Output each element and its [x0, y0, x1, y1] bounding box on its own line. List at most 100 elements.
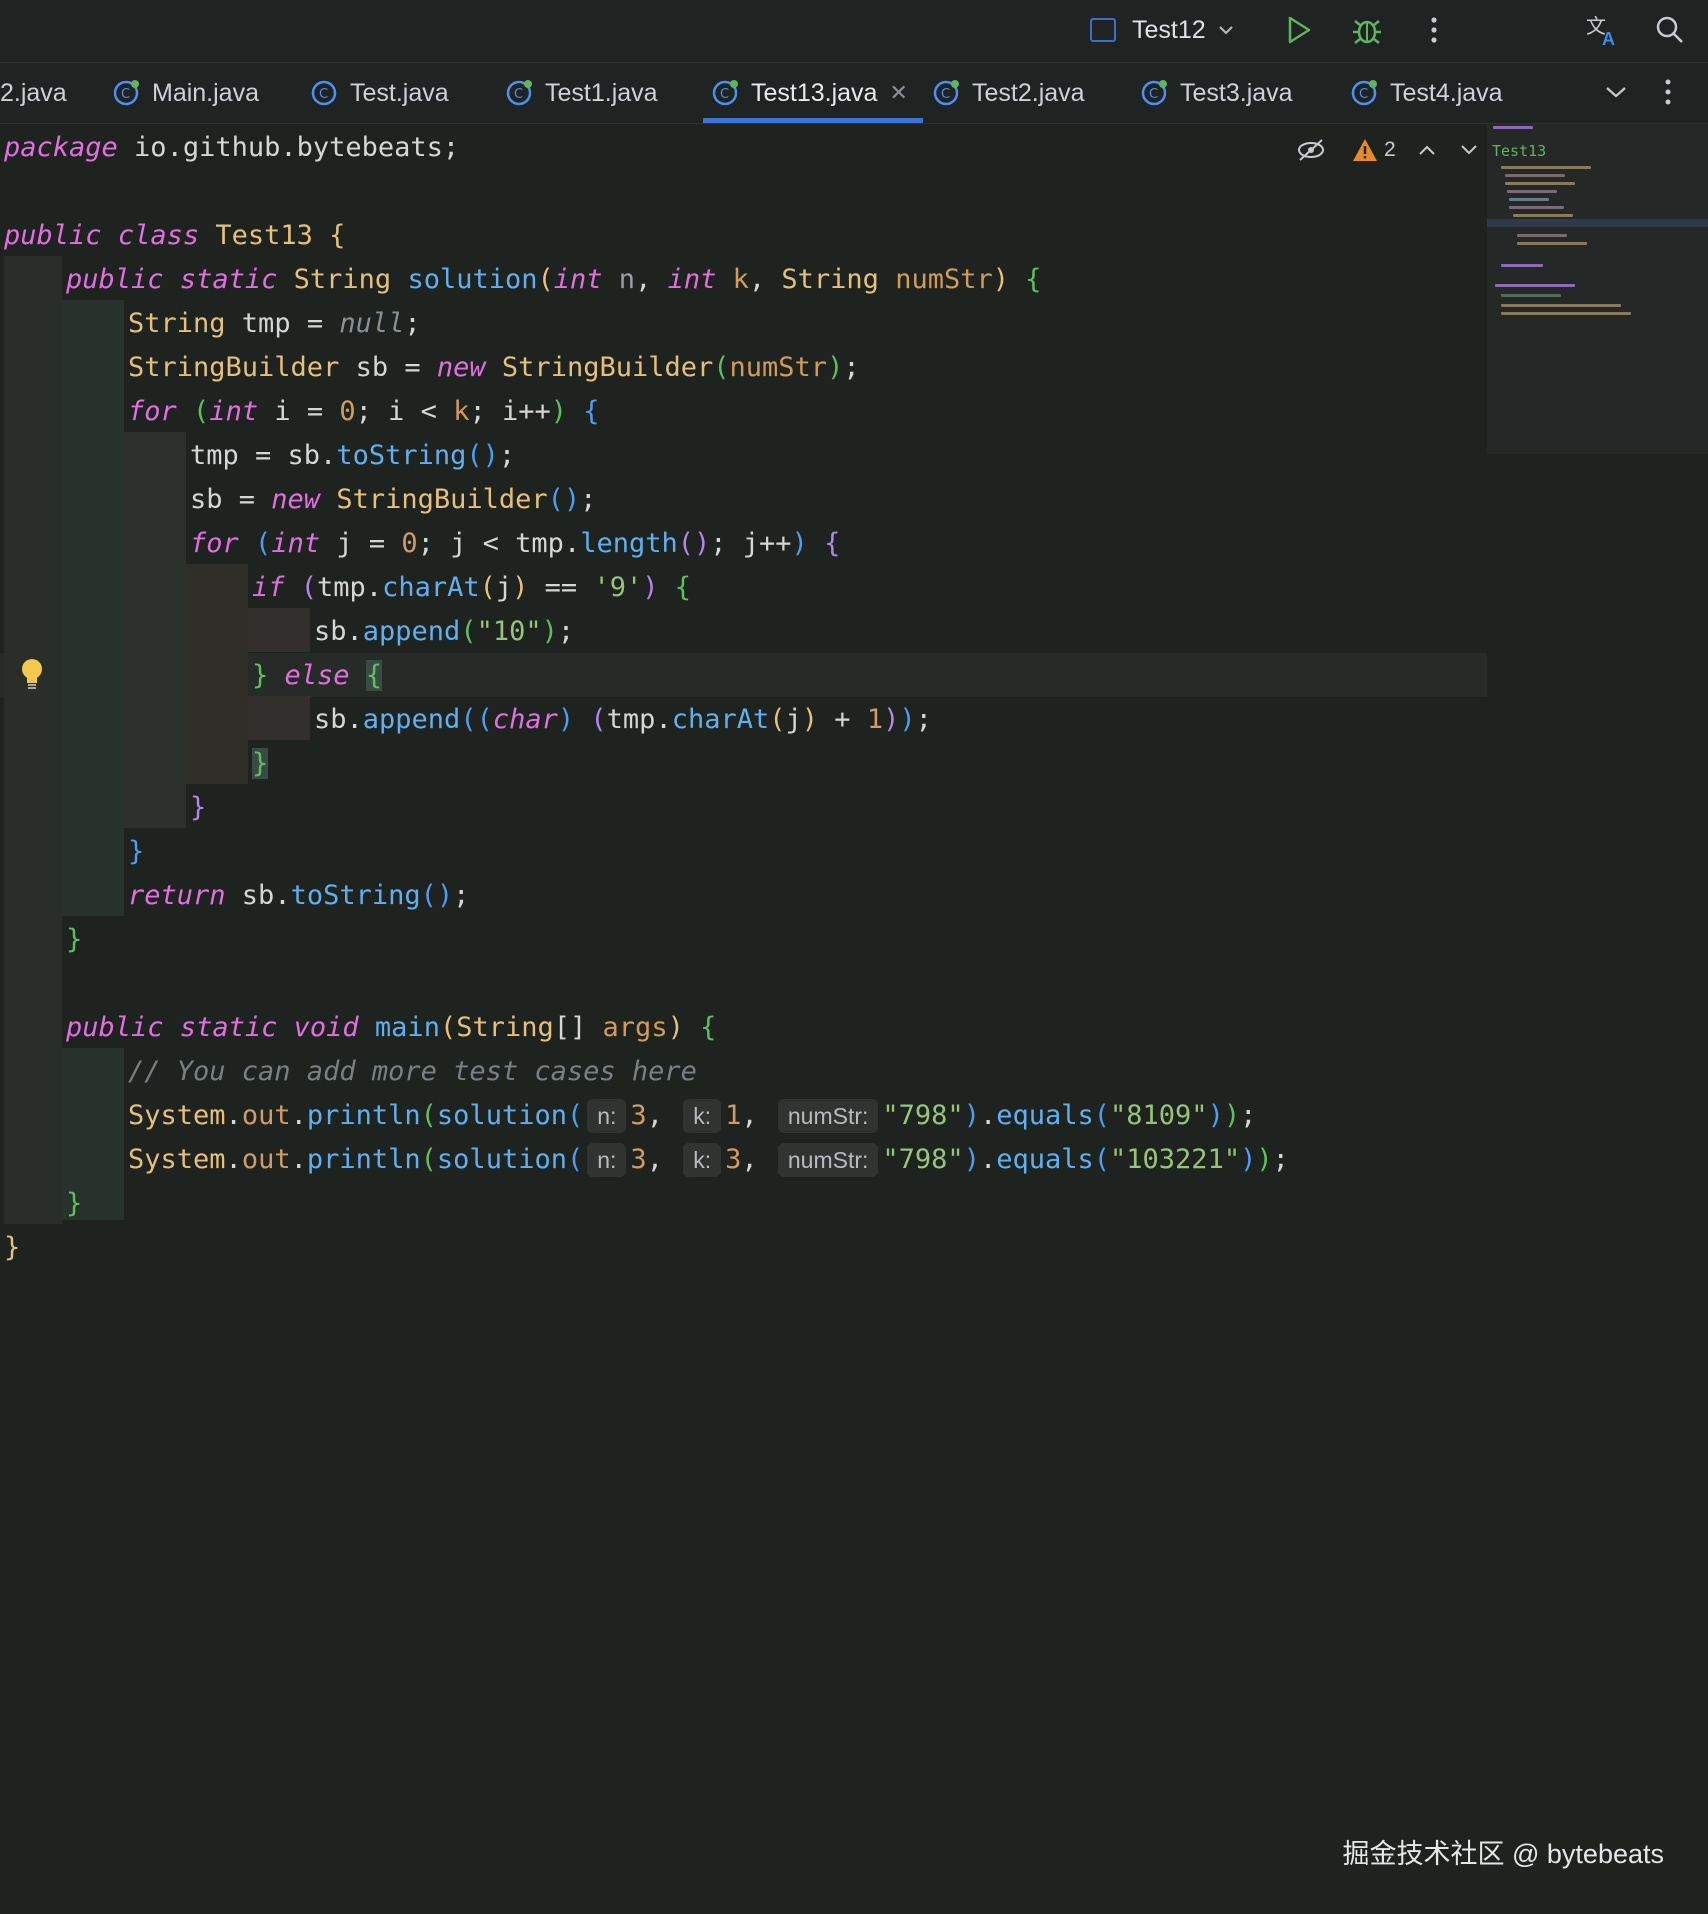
tab-label: 2.java: [0, 78, 67, 107]
kebab-icon: [1665, 79, 1671, 105]
tab-label: Test.java: [350, 78, 449, 107]
run-config-icon: [1090, 18, 1116, 42]
svg-text:C: C: [319, 87, 328, 102]
svg-text:C: C: [720, 87, 729, 102]
code-line-15: }: [252, 748, 269, 779]
java-class-icon: C: [1351, 80, 1377, 106]
code-line-24: System.out.println(solution(n: 3, k: 3, nu…: [128, 1143, 1289, 1177]
code-line-14: sb.append((char) (tmp.charAt(j) + 1));: [314, 704, 932, 735]
code-line-9: sb = new StringBuilder();: [190, 484, 597, 515]
indent-guide: [186, 564, 248, 784]
tab-test3-java[interactable]: C Test3.java: [1140, 63, 1293, 123]
search-button[interactable]: [1648, 8, 1692, 52]
minimap-line: [1501, 304, 1621, 307]
minimap-line: [1495, 284, 1575, 287]
code-line-25: }: [66, 1188, 83, 1219]
minimap-line: [1505, 182, 1575, 185]
code-line-1: package io.github.bytebeats;: [4, 132, 460, 163]
debug-button[interactable]: [1345, 8, 1389, 52]
warnings-indicator[interactable]: 2: [1352, 130, 1396, 170]
code-line-13: } else {: [252, 660, 383, 691]
search-icon: [1656, 16, 1683, 43]
next-highlight-button[interactable]: [1460, 130, 1478, 170]
run-button[interactable]: [1276, 8, 1320, 52]
minimap-label: Test13: [1492, 142, 1547, 160]
minimap-line: [1501, 312, 1631, 315]
minimap-line: [1501, 294, 1561, 297]
java-class-icon: C: [933, 80, 959, 106]
minimap-line: [1513, 214, 1573, 217]
param-hint: k:: [683, 1099, 722, 1133]
active-tab-indicator: [703, 118, 923, 123]
tab-options-button[interactable]: [1646, 70, 1690, 114]
chevron-down-icon: [1606, 87, 1626, 98]
code-line-3: public class Test13 {: [4, 220, 346, 251]
tab-test2-java[interactable]: C Test2.java: [932, 63, 1085, 123]
run-config-label: Test12: [1132, 15, 1206, 44]
code-line-18: return sb.toString();: [128, 880, 470, 911]
code-line-4: public static String solution(int n, int…: [66, 264, 1042, 295]
tab-label: Test2.java: [972, 78, 1085, 107]
code-line-22: // You can add more test cases here: [128, 1056, 697, 1087]
tab-label: Test4.java: [1390, 78, 1503, 107]
code-line-7: for (int i = 0; i < k; i++) {: [128, 396, 600, 427]
code-line-12: sb.append("10");: [314, 616, 575, 647]
chevron-down-icon: [1218, 26, 1233, 35]
code-line-21: public static void main(String[] args) {: [66, 1012, 717, 1043]
svg-text:C: C: [1149, 87, 1158, 102]
tab-test13-java[interactable]: C Test13.java ✕: [711, 63, 908, 123]
minimap-line: [1517, 242, 1587, 245]
minimap-line: [1501, 264, 1543, 267]
tab-test-java[interactable]: C Test.java: [310, 63, 449, 123]
tab-2-java[interactable]: 2.java: [0, 63, 67, 123]
previous-highlight-button[interactable]: [1418, 130, 1436, 170]
translate-icon: 文 A: [1586, 14, 1615, 47]
code-line-11: if (tmp.charAt(j) == '9') {: [252, 572, 692, 603]
code-line-19: }: [66, 924, 83, 955]
svg-text:C: C: [121, 87, 130, 102]
code-line-8: tmp = sb.toString();: [190, 440, 516, 471]
param-hint: n:: [587, 1143, 627, 1177]
tab-label: Test13.java: [751, 78, 878, 107]
minimap-line: [1505, 174, 1565, 177]
chevron-up-icon: [1419, 145, 1435, 155]
play-icon: [1288, 16, 1311, 44]
svg-text:C: C: [514, 87, 523, 102]
reader-mode-toggle[interactable]: [1296, 130, 1326, 170]
tab-test4-java[interactable]: C Test4.java: [1350, 63, 1503, 123]
indent-guide: [4, 256, 62, 1224]
svg-text:A: A: [1602, 29, 1615, 47]
param-hint: numStr:: [777, 1099, 879, 1133]
tab-list-dropdown[interactable]: [1594, 70, 1638, 114]
translate-button[interactable]: 文 A: [1580, 8, 1624, 52]
chevron-down-icon: [1461, 145, 1477, 155]
minimap-viewport: [1487, 219, 1708, 227]
indent-guide: [248, 696, 310, 740]
minimap-line: [1493, 126, 1533, 129]
tab-test1-java[interactable]: C Test1.java: [505, 63, 658, 123]
param-hint: n:: [587, 1099, 627, 1133]
code-minimap[interactable]: Test13: [1487, 124, 1708, 454]
java-class-icon: C: [506, 80, 532, 106]
svg-text:C: C: [941, 87, 950, 102]
more-actions-button[interactable]: [1412, 8, 1456, 52]
param-hint: numStr:: [777, 1143, 879, 1177]
minimap-line: [1509, 198, 1549, 201]
java-class-icon: C: [113, 80, 139, 106]
close-icon[interactable]: ✕: [889, 80, 907, 106]
code-line-26: }: [4, 1232, 21, 1263]
tab-label: Main.java: [152, 78, 259, 107]
code-line-6: StringBuilder sb = new StringBuilder(num…: [128, 352, 860, 383]
warning-count: 2: [1384, 138, 1396, 161]
code-line-10: for (int j = 0; j < tmp.length(); j++) {: [190, 528, 841, 559]
minimap-line: [1501, 166, 1591, 169]
indent-guide: [124, 432, 186, 828]
tab-main-java[interactable]: C Main.java: [112, 63, 259, 123]
bug-icon: [1353, 20, 1381, 44]
lightbulb-icon[interactable]: [20, 658, 44, 692]
run-configuration-selector[interactable]: Test12: [1090, 12, 1234, 48]
tab-label: Test1.java: [545, 78, 658, 107]
tab-label: Test3.java: [1180, 78, 1293, 107]
code-line-23: System.out.println(solution(n: 3, k: 1, nu…: [128, 1099, 1257, 1133]
minimap-line: [1507, 190, 1557, 193]
